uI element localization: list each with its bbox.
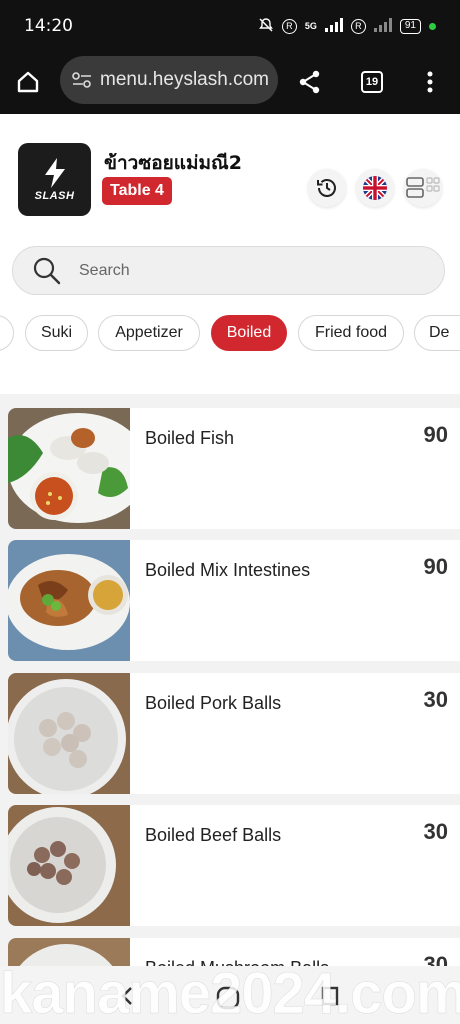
menu-item-price: 30 [423, 819, 448, 844]
category-chip[interactable]: Fried food [298, 315, 404, 351]
tabs-button[interactable]: 19 [356, 66, 388, 98]
search-icon [33, 257, 61, 284]
food-photo [8, 673, 130, 794]
address-bar[interactable]: menu.heyslash.com [60, 56, 278, 104]
status-bar: 14:20 R 5G R 91 [0, 0, 460, 52]
menu-item-name: Boiled Beef Balls [145, 825, 282, 845]
signal-weak-icon [373, 17, 392, 35]
roaming-icon-2: R [350, 18, 366, 34]
site-settings-icon[interactable] [68, 71, 96, 89]
category-chip[interactable]: De [414, 315, 460, 351]
watermark-text: kaname2024.com [0, 961, 460, 1024]
battery-indicator: 91 [399, 18, 421, 34]
search-input[interactable] [79, 261, 379, 280]
restaurant-logo: SLASH [18, 143, 91, 216]
order-history-button[interactable] [308, 169, 346, 207]
category-chip-prev[interactable] [0, 315, 14, 351]
menu-item[interactable]: Boiled Fish 90 [8, 408, 460, 529]
status-time: 14:20 [24, 16, 73, 36]
menu-item-name: Boiled Fish [145, 428, 235, 448]
language-button[interactable] [356, 169, 394, 207]
history-icon [317, 179, 336, 197]
url-text: menu.heyslash.com [100, 69, 269, 90]
more-menu-icon[interactable] [414, 66, 446, 98]
menu-item-price: 30 [423, 687, 448, 712]
menu-item[interactable]: Boiled Beef Balls 30 [8, 805, 460, 926]
logo-text: SLASH [34, 189, 75, 202]
food-photo [8, 540, 130, 661]
uk-flag-icon [363, 176, 387, 200]
share-icon[interactable] [294, 66, 326, 98]
restaurant-name: ข้าวซอยแม่มณี2 [104, 152, 242, 174]
menu-item-price: 90 [423, 554, 448, 579]
roaming-icon: R [281, 18, 297, 34]
table-badge: Table 4 [102, 177, 172, 205]
food-photo [8, 805, 130, 926]
status-icons: R 5G R 91 [258, 17, 436, 36]
category-chip-active[interactable]: Boiled [211, 315, 287, 351]
tab-count: 19 [361, 71, 383, 93]
food-photo [8, 408, 130, 529]
signal-icon [324, 17, 343, 35]
menu-item[interactable]: Boiled Pork Balls 30 [8, 673, 460, 794]
lightning-icon [44, 157, 65, 188]
menu-item-name: Boiled Mix Intestines [145, 560, 311, 580]
view-toggle-button[interactable] [404, 169, 442, 207]
menu-item-price: 90 [423, 422, 448, 447]
privacy-dot-icon [429, 22, 436, 30]
network-label: 5G [304, 21, 317, 31]
menu-item-name: Boiled Pork Balls [145, 693, 282, 713]
layout-toggle-icon [406, 177, 440, 198]
browser-toolbar: menu.heyslash.com 19 [0, 52, 460, 114]
category-chip[interactable]: Suki [25, 315, 88, 351]
mute-bell-icon [258, 17, 274, 36]
category-tabs: Suki Appetizer Boiled Fried food De [0, 315, 460, 353]
restaurant-header: SLASH ข้าวซอยแม่มณี2 Table 4 Suki Ap [0, 114, 460, 394]
home-icon[interactable] [12, 66, 44, 98]
search-bar[interactable] [12, 246, 445, 295]
category-chip[interactable]: Appetizer [98, 315, 200, 351]
menu-item[interactable]: Boiled Mix Intestines 90 [8, 540, 460, 661]
